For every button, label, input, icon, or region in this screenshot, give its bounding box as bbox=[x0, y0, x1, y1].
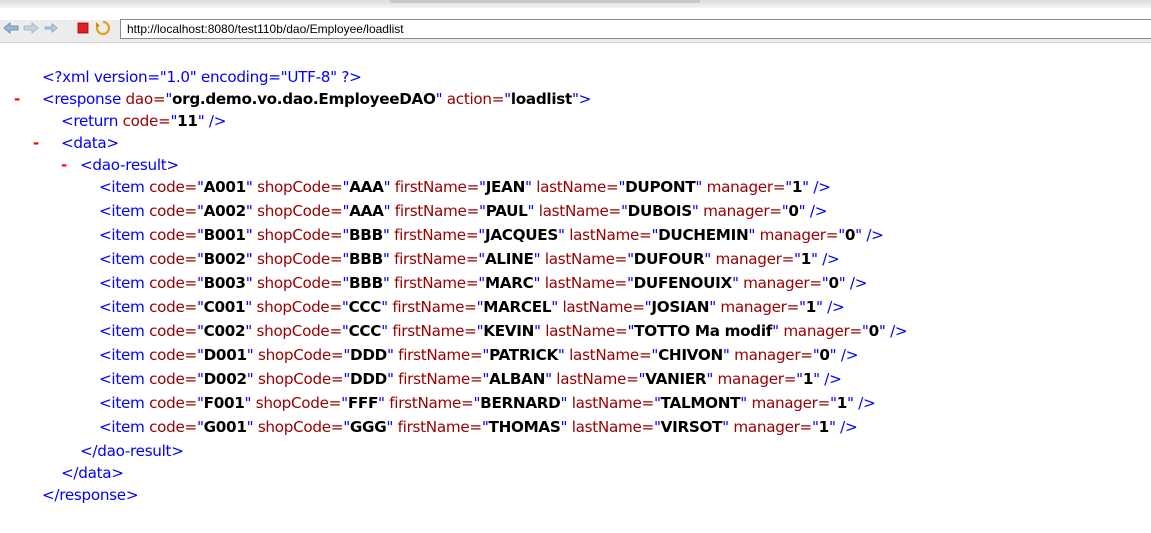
toolbar-top-edge bbox=[0, 0, 1151, 8]
item-lastname-value: TALMONT bbox=[660, 394, 741, 412]
response-open-tag: - <response dao="org.demo.vo.dao.Employe… bbox=[14, 88, 592, 110]
item-row: <item code="B001" shopCode="BBB" firstNa… bbox=[99, 226, 884, 244]
return-tag: <return code="11" /> bbox=[61, 112, 227, 130]
item-manager-value: 1 bbox=[800, 250, 812, 268]
forward-arrow-icon[interactable] bbox=[22, 19, 40, 37]
item-code-value: B003 bbox=[203, 274, 246, 292]
item-row: <item code="D001" shopCode="DDD" firstNa… bbox=[99, 346, 859, 364]
item-code-value: C001 bbox=[203, 298, 246, 316]
item-firstname-value: MARCEL bbox=[483, 298, 552, 316]
item-firstname-value: THOMAS bbox=[488, 418, 561, 436]
item-lastname-value: CHIVON bbox=[658, 346, 723, 364]
item-manager-value: 0 bbox=[819, 346, 830, 364]
item-code-value: D001 bbox=[203, 346, 247, 364]
data-close-tag: </data> bbox=[61, 464, 124, 482]
item-lastname-value: VIRSOT bbox=[660, 418, 723, 436]
dao-result-close-tag: </dao-result> bbox=[80, 442, 184, 460]
item-row: <item code="C001" shopCode="CCC" firstNa… bbox=[99, 298, 845, 316]
item-code-value: A001 bbox=[203, 178, 247, 196]
item-shopcode-value: BBB bbox=[349, 250, 383, 268]
item-row: <item code="A002" shopCode="AAA" firstNa… bbox=[99, 202, 828, 220]
item-firstname-value: ALBAN bbox=[489, 370, 546, 388]
item-firstname-value: BERNARD bbox=[480, 394, 561, 412]
item-firstname-value: PAUL bbox=[485, 202, 528, 220]
item-lastname-value: VANIER bbox=[645, 370, 707, 388]
response-dao-value: org.demo.vo.dao.EmployeeDAO bbox=[172, 90, 436, 108]
item-firstname-value: KEVIN bbox=[483, 322, 535, 340]
item-code-value: F001 bbox=[203, 394, 245, 412]
item-code-value: D002 bbox=[203, 370, 247, 388]
item-shopcode-value: FFF bbox=[347, 394, 379, 412]
item-row: <item code="B002" shopCode="BBB" firstNa… bbox=[99, 250, 840, 268]
item-manager-value: 1 bbox=[802, 370, 814, 388]
item-shopcode-value: DDD bbox=[350, 370, 387, 388]
collapse-toggle-dao-result[interactable]: - bbox=[61, 154, 67, 176]
item-lastname-value: JOSIAN bbox=[651, 298, 710, 316]
response-close-tag: </response> bbox=[42, 486, 139, 504]
item-shopcode-value: CCC bbox=[348, 298, 382, 316]
address-bar[interactable]: http://localhost:8080/test110b/dao/Emplo… bbox=[120, 19, 1151, 39]
item-manager-value: 1 bbox=[818, 418, 830, 436]
item-manager-value: 0 bbox=[788, 202, 799, 220]
item-manager-value: 0 bbox=[844, 226, 856, 244]
item-row: <item code="A001" shopCode="AAA" firstNa… bbox=[99, 178, 831, 196]
item-row: <item code="G001" shopCode="GGG" firstNa… bbox=[99, 418, 858, 436]
item-firstname-value: JACQUES bbox=[484, 226, 558, 244]
item-manager-value: 0 bbox=[868, 322, 880, 340]
item-shopcode-value: GGG bbox=[349, 418, 387, 436]
item-shopcode-value: CCC bbox=[348, 322, 382, 340]
item-shopcode-value: AAA bbox=[349, 202, 384, 220]
item-code-value: B002 bbox=[203, 250, 246, 268]
stop-icon[interactable] bbox=[74, 19, 92, 37]
forward-arrow-icon-alt[interactable] bbox=[42, 19, 60, 37]
collapse-toggle-response[interactable]: - bbox=[14, 88, 20, 110]
item-manager-value: 1 bbox=[836, 394, 848, 412]
item-shopcode-value: AAA bbox=[349, 178, 384, 196]
item-lastname-value: TOTTO Ma modif bbox=[634, 322, 773, 340]
xml-declaration-text: <?xml version="1.0" encoding="UTF-8" ?> bbox=[42, 68, 362, 86]
item-firstname-value: ALINE bbox=[484, 250, 534, 268]
item-firstname-value: MARC bbox=[484, 274, 534, 292]
item-lastname-value: DUFENOUIX bbox=[633, 274, 733, 292]
browser-toolbar: http://localhost:8080/test110b/dao/Emplo… bbox=[0, 0, 1151, 43]
item-lastname-value: DUPONT bbox=[625, 178, 696, 196]
item-code-value: A002 bbox=[203, 202, 247, 220]
item-row: <item code="B003" shopCode="BBB" firstNa… bbox=[99, 274, 868, 292]
item-lastname-value: DUFOUR bbox=[633, 250, 705, 268]
item-firstname-value: PATRICK bbox=[489, 346, 558, 364]
response-action-value: loadlist bbox=[510, 90, 572, 108]
item-lastname-value: DUCHEMIN bbox=[658, 226, 749, 244]
item-lastname-value: DUBOIS bbox=[627, 202, 693, 220]
item-manager-value: 1 bbox=[805, 298, 817, 316]
xml-declaration: <?xml version="1.0" encoding="UTF-8" ?> bbox=[42, 66, 362, 88]
item-code-value: C002 bbox=[203, 322, 246, 340]
item-manager-value: 1 bbox=[791, 178, 803, 196]
collapse-toggle-data[interactable]: - bbox=[33, 132, 39, 154]
reload-icon[interactable] bbox=[94, 19, 112, 37]
item-row: <item code="F001" shopCode="FFF" firstNa… bbox=[99, 394, 876, 412]
item-code-value: B001 bbox=[203, 226, 246, 244]
back-arrow-icon[interactable] bbox=[2, 19, 20, 37]
return-code-value: 11 bbox=[177, 112, 198, 130]
item-code-value: G001 bbox=[203, 418, 247, 436]
item-firstname-value: JEAN bbox=[485, 178, 526, 196]
item-row: <item code="C002" shopCode="CCC" firstNa… bbox=[99, 322, 908, 340]
item-manager-value: 0 bbox=[828, 274, 839, 292]
item-shopcode-value: BBB bbox=[349, 274, 383, 292]
item-shopcode-value: BBB bbox=[349, 226, 383, 244]
item-shopcode-value: DDD bbox=[350, 346, 387, 364]
item-row: <item code="D002" shopCode="DDD" firstNa… bbox=[99, 370, 842, 388]
